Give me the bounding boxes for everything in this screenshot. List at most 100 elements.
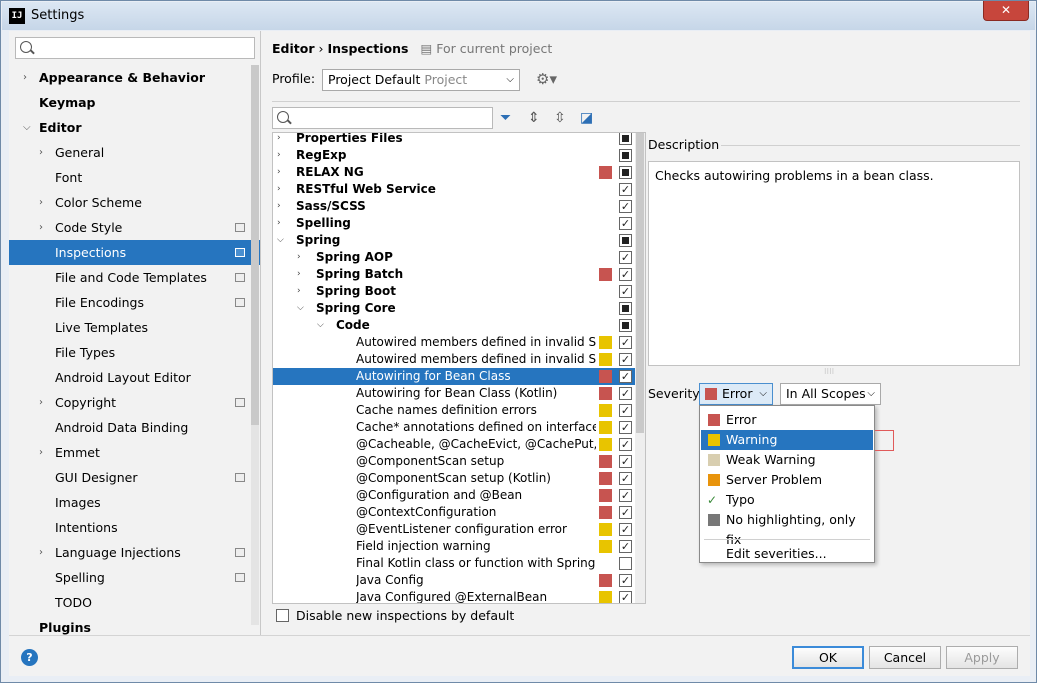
inspection-checkbox[interactable]: ✓ — [619, 489, 632, 502]
inspection-row[interactable]: @ContextConfiguration ✓ — [273, 504, 635, 521]
chevron-right-icon[interactable]: › — [39, 140, 43, 165]
close-window-button[interactable]: ✕ — [983, 1, 1029, 21]
inspection-row[interactable]: › Spring Boot ✓ — [273, 283, 635, 300]
inspection-row[interactable]: Java Configured @ExternalBean ✓ — [273, 589, 635, 603]
inspection-row[interactable]: › Properties Files — [273, 133, 635, 147]
inspection-row[interactable]: ⌵ Code — [273, 317, 635, 334]
inspection-row[interactable]: Field injection warning ✓ — [273, 538, 635, 555]
collapse-all-icon[interactable]: ⇳ — [554, 109, 566, 127]
inspection-row[interactable]: Cache names definition errors ✓ — [273, 402, 635, 419]
inspection-row[interactable]: › RESTful Web Service ✓ — [273, 181, 635, 198]
inspection-checkbox[interactable]: ✓ — [619, 472, 632, 485]
chevron-right-icon[interactable]: › — [277, 181, 281, 198]
inspection-checkbox[interactable]: ✓ — [619, 404, 632, 417]
inspection-checkbox[interactable]: ✓ — [619, 285, 632, 298]
sidebar-item[interactable]: Android Layout Editor — [9, 365, 260, 390]
inspection-checkbox[interactable] — [619, 133, 632, 145]
inspection-checkbox[interactable]: ✓ — [619, 455, 632, 468]
sidebar-item[interactable]: File Types — [9, 340, 260, 365]
sidebar-item[interactable]: › Color Scheme — [9, 190, 260, 215]
inspection-row[interactable]: @Configuration and @Bean ✓ — [273, 487, 635, 504]
inspection-checkbox[interactable]: ✓ — [619, 523, 632, 536]
inspection-row[interactable]: Autowired members defined in invalid Spr… — [273, 334, 635, 351]
chevron-down-icon[interactable]: ⌵ — [317, 317, 324, 334]
chevron-down-icon[interactable]: ⌵ — [277, 232, 284, 249]
inspection-checkbox[interactable] — [619, 149, 632, 162]
inspection-row[interactable]: ⌵ Spring — [273, 232, 635, 249]
inspection-row[interactable]: › RELAX NG — [273, 164, 635, 181]
sidebar-item[interactable]: Plugins — [9, 615, 260, 635]
inspection-checkbox[interactable] — [619, 319, 632, 332]
severity-option[interactable]: ✓ Typo — [701, 490, 873, 510]
chevron-right-icon[interactable]: › — [39, 440, 43, 465]
ok-button[interactable]: OK — [792, 646, 864, 669]
chevron-right-icon[interactable]: › — [277, 133, 281, 147]
sidebar-scrollbar[interactable] — [251, 65, 259, 625]
sidebar-item[interactable]: File and Code Templates — [9, 265, 260, 290]
chevron-right-icon[interactable]: › — [39, 390, 43, 415]
chevron-right-icon[interactable]: › — [297, 266, 301, 283]
inspection-checkbox[interactable] — [619, 166, 632, 179]
profile-select[interactable]: Project Default Project ⌵ — [322, 69, 520, 91]
disable-new-checkbox[interactable] — [276, 609, 289, 622]
chevron-right-icon[interactable]: › — [39, 215, 43, 240]
sidebar-item[interactable]: › Emmet — [9, 440, 260, 465]
inspection-checkbox[interactable]: ✓ — [619, 591, 632, 603]
inspection-row[interactable]: Autowiring for Bean Class ✓ — [273, 368, 635, 385]
cancel-button[interactable]: Cancel — [869, 646, 941, 669]
settings-search-input[interactable] — [15, 37, 255, 59]
sidebar-item[interactable]: › Appearance & Behavior — [9, 65, 260, 90]
sidebar-item[interactable]: TODO — [9, 590, 260, 615]
apply-button[interactable]: Apply — [946, 646, 1018, 669]
sidebar-item[interactable]: Inspections — [9, 240, 260, 265]
inspection-checkbox[interactable] — [619, 234, 632, 247]
sidebar-item[interactable]: › Code Style — [9, 215, 260, 240]
inspection-checkbox[interactable]: ✓ — [619, 200, 632, 213]
inspection-row[interactable]: @ComponentScan setup (Kotlin) ✓ — [273, 470, 635, 487]
chevron-down-icon[interactable]: ⌵ — [23, 115, 31, 140]
inspection-checkbox[interactable]: ✓ — [619, 353, 632, 366]
severity-option[interactable]: Server Problem — [701, 470, 873, 490]
sidebar-item[interactable]: Live Templates — [9, 315, 260, 340]
inspection-checkbox[interactable] — [619, 302, 632, 315]
inspection-row[interactable]: Autowired members defined in invalid Spr… — [273, 351, 635, 368]
inspection-row[interactable]: @EventListener configuration error ✓ — [273, 521, 635, 538]
chevron-right-icon[interactable]: › — [277, 198, 281, 215]
sidebar-item[interactable]: File Encodings — [9, 290, 260, 315]
inspection-row[interactable]: › RegExp — [273, 147, 635, 164]
inspection-checkbox[interactable]: ✓ — [619, 217, 632, 230]
chevron-right-icon[interactable]: › — [39, 540, 43, 565]
severity-option[interactable]: Weak Warning — [701, 450, 873, 470]
inspection-row[interactable]: @Cacheable, @CacheEvict, @CachePut, @Cac… — [273, 436, 635, 453]
sidebar-item[interactable]: Keymap — [9, 90, 260, 115]
chevron-right-icon[interactable]: › — [297, 249, 301, 266]
inspection-checkbox[interactable]: ✓ — [619, 421, 632, 434]
inspections-search-input[interactable] — [272, 107, 493, 129]
reset-eraser-icon[interactable]: ◪ — [580, 109, 593, 127]
severity-option[interactable]: No highlighting, only fix — [701, 510, 873, 547]
scope-select[interactable]: In All Scopes ⌵ — [780, 383, 881, 405]
filter-icon[interactable]: ⏷ — [500, 109, 511, 127]
inspection-checkbox[interactable]: ✓ — [619, 336, 632, 349]
inspection-row[interactable]: Final Kotlin class or function with Spri… — [273, 555, 635, 572]
inspections-scrollbar[interactable] — [635, 133, 645, 603]
inspection-row[interactable]: @ComponentScan setup ✓ — [273, 453, 635, 470]
inspection-row[interactable]: › Sass/SCSS ✓ — [273, 198, 635, 215]
disable-new-inspections[interactable]: Disable new inspections by default — [276, 608, 514, 623]
edit-severities-item[interactable]: Edit severities... — [701, 544, 873, 564]
sidebar-scrollbar-thumb[interactable] — [251, 65, 259, 425]
inspection-row[interactable]: Autowiring for Bean Class (Kotlin) ✓ — [273, 385, 635, 402]
chevron-right-icon[interactable]: › — [277, 164, 281, 181]
chevron-right-icon[interactable]: › — [277, 147, 281, 164]
severity-select[interactable]: Error ⌵ — [699, 383, 773, 405]
severity-option[interactable]: Warning — [701, 430, 873, 450]
severity-option[interactable]: Error — [701, 410, 873, 430]
help-icon[interactable]: ? — [21, 649, 38, 666]
inspection-row[interactable]: › Spring Batch ✓ — [273, 266, 635, 283]
sidebar-item[interactable]: › Language Injections — [9, 540, 260, 565]
chevron-right-icon[interactable]: › — [277, 215, 281, 232]
inspection-checkbox[interactable]: ✓ — [619, 438, 632, 451]
sidebar-item[interactable]: › Copyright — [9, 390, 260, 415]
inspections-scrollbar-thumb[interactable] — [636, 133, 644, 433]
inspection-row[interactable]: › Spring AOP ✓ — [273, 249, 635, 266]
